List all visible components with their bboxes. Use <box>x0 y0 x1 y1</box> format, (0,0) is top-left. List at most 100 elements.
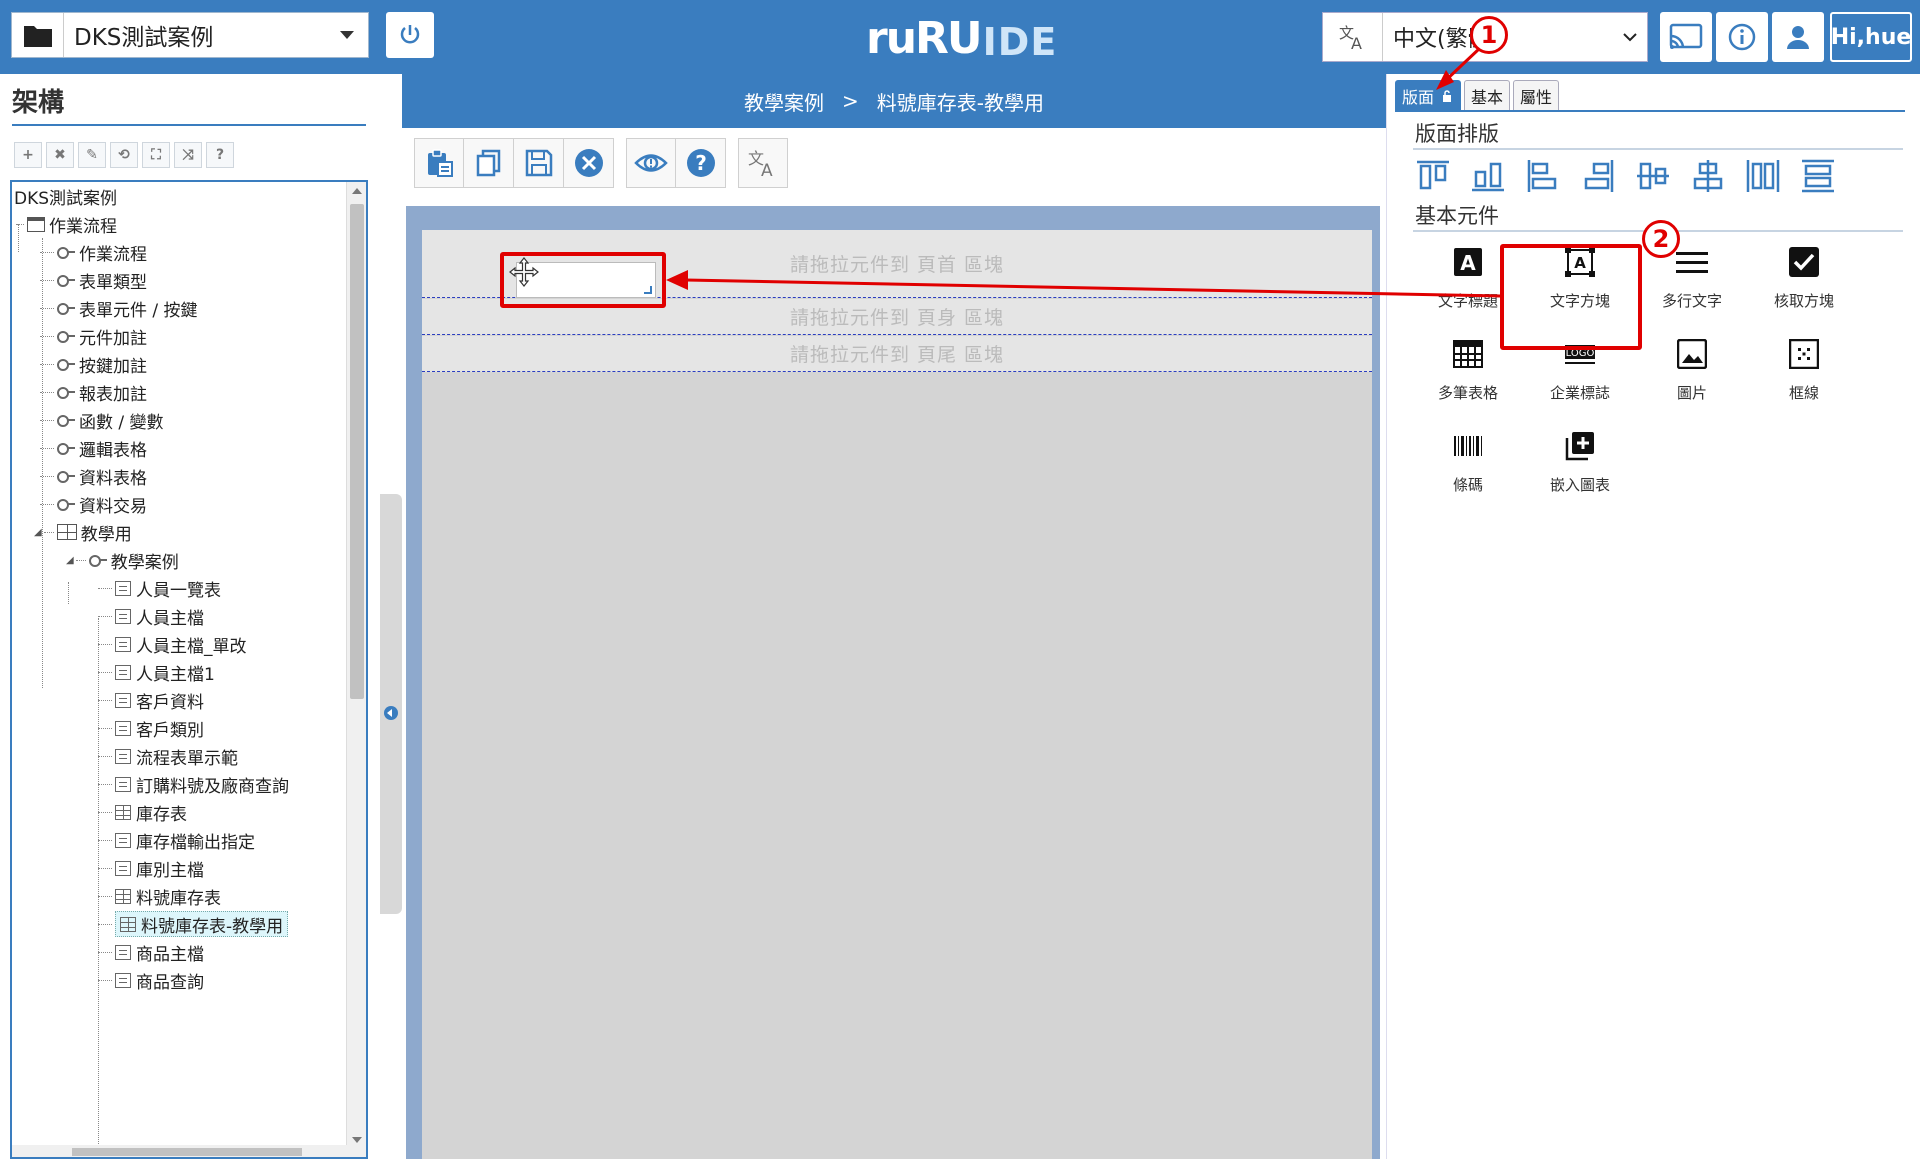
tree-node-category[interactable]: 資料表格 <box>40 462 147 490</box>
scrollbar-thumb[interactable] <box>350 204 364 699</box>
edit-icon[interactable]: ✎ <box>78 142 106 168</box>
power-button[interactable] <box>386 12 434 58</box>
tree-node-category[interactable]: 作業流程 <box>40 238 147 266</box>
key-icon <box>57 245 75 259</box>
tab-basic[interactable]: 基本 <box>1464 80 1511 110</box>
tree-item[interactable]: 庫存檔輸出指定 <box>98 826 255 854</box>
save-button[interactable] <box>514 138 564 188</box>
tree-node-workflow-root[interactable]: 作業流程 <box>16 210 117 238</box>
align-left-icon[interactable] <box>1525 158 1561 194</box>
copy-button[interactable] <box>464 138 514 188</box>
component-label: 條碼 <box>1452 476 1483 494</box>
cast-button[interactable] <box>1660 12 1712 62</box>
tab-properties[interactable]: 屬性 <box>1513 80 1560 110</box>
lock-icon <box>1443 89 1452 102</box>
footer-band[interactable]: 請拖拉元件到 頁尾 區塊 <box>422 336 1372 372</box>
info-icon <box>1728 23 1756 51</box>
add-box-icon <box>1564 430 1596 462</box>
tree-item[interactable]: 流程表單示範 <box>98 742 238 770</box>
shuffle-icon[interactable]: ⤨ <box>174 142 202 168</box>
step-marker-1: 1 <box>1470 16 1508 54</box>
component-image[interactable]: 圖片 <box>1637 332 1747 424</box>
tree-item[interactable]: 庫存表 <box>98 798 187 826</box>
tree-horizontal-scrollbar[interactable] <box>12 1145 350 1157</box>
key-icon <box>57 497 75 511</box>
info-button[interactable] <box>1716 12 1768 62</box>
component-barcode[interactable]: 條碼 <box>1413 424 1523 516</box>
logo-primary: ruRU <box>866 13 983 64</box>
paste-button[interactable] <box>414 138 464 188</box>
collapse-left-icon[interactable] <box>384 706 398 720</box>
close-button[interactable] <box>564 138 614 188</box>
tree-item-label: 庫存表 <box>136 804 187 825</box>
form-icon <box>115 860 131 876</box>
tree-item[interactable]: 客戶類別 <box>98 714 204 742</box>
help-button[interactable]: ? <box>676 138 726 188</box>
translate-button[interactable]: 文 A <box>738 138 788 188</box>
component-checkbox[interactable]: 核取方塊 <box>1749 240 1859 332</box>
form-icon <box>115 608 131 624</box>
link-icon[interactable]: ⟲ <box>110 142 138 168</box>
project-select[interactable]: DKS測試案例 <box>11 12 369 58</box>
tree-item[interactable]: 料號庫存表 <box>98 882 221 910</box>
tree-item[interactable]: 人員主檔1 <box>98 658 215 686</box>
align-right-icon[interactable] <box>1580 158 1616 194</box>
tree-node-category[interactable]: 表單類型 <box>40 266 147 294</box>
splitter-grip[interactable] <box>380 494 402 914</box>
drop-highlight-box <box>500 252 666 308</box>
scroll-up-icon[interactable] <box>352 188 362 194</box>
key-icon <box>57 329 75 343</box>
tree-node-teaching[interactable]: ◢ 教學用 <box>34 518 132 546</box>
add-icon[interactable]: + <box>14 142 42 168</box>
user-greeting-button[interactable]: Hi,hue <box>1830 12 1912 62</box>
tree-item[interactable]: 人員一覽表 <box>98 574 221 602</box>
help-icon[interactable]: ? <box>206 142 234 168</box>
report-canvas[interactable]: 請拖拉元件到 頁首 區塊 請拖拉元件到 頁身 區塊 請拖拉元件到 頁尾 區塊 <box>422 230 1372 1159</box>
component-border[interactable]: 框線 <box>1749 332 1859 424</box>
breadcrumb-parent[interactable]: 教學案例 <box>744 87 824 116</box>
align-top-icon[interactable] <box>1415 158 1451 194</box>
tree-item-selected[interactable]: 料號庫存表-教學用 <box>98 910 289 938</box>
tree-item[interactable]: 客戶資料 <box>98 686 204 714</box>
panel-splitter[interactable] <box>380 74 402 1159</box>
tree-node-category[interactable]: 函數 / 變數 <box>40 406 164 434</box>
tree-item[interactable]: 人員主檔 <box>98 602 204 630</box>
expand-icon[interactable]: ⛶ <box>142 142 170 168</box>
step-marker-2: 2 <box>1642 220 1680 258</box>
tree-node-category[interactable]: 按鍵加註 <box>40 350 147 378</box>
user-button[interactable] <box>1772 12 1824 62</box>
tree-root[interactable]: DKS測試案例 <box>14 182 117 210</box>
distribute-vertical-icon[interactable] <box>1800 158 1836 194</box>
key-icon <box>57 385 75 399</box>
tree-item[interactable]: 商品主檔 <box>98 938 204 966</box>
tree-node-category[interactable]: 表單元件 / 按鍵 <box>40 294 198 322</box>
svg-text:A: A <box>761 161 773 179</box>
preview-button[interactable] <box>626 138 676 188</box>
key-icon <box>57 469 75 483</box>
tree-node-category[interactable]: 資料交易 <box>40 490 147 518</box>
component-embed-chart[interactable]: 嵌入圖表 <box>1525 424 1635 516</box>
text-label-icon: A <box>1452 246 1484 278</box>
distribute-horizontal-icon[interactable] <box>1745 158 1781 194</box>
align-middle-icon[interactable] <box>1635 158 1671 194</box>
tab-layout[interactable]: 版面 <box>1395 80 1462 110</box>
tree-node-category[interactable]: 報表加註 <box>40 378 147 406</box>
scrollbar-thumb[interactable] <box>72 1148 302 1156</box>
tree-item[interactable]: 人員主檔_單改 <box>98 630 247 658</box>
tree-item[interactable]: 庫別主檔 <box>98 854 204 882</box>
layout-section-title: 版面排版 <box>1415 122 1499 146</box>
tree-vertical-scrollbar[interactable] <box>346 182 366 1157</box>
window-icon <box>27 216 45 232</box>
breadcrumb-separator: > <box>842 89 859 113</box>
tree-node-category[interactable]: 邏輯表格 <box>40 434 147 462</box>
tree-node-category[interactable]: 元件加註 <box>40 322 147 350</box>
tree-item[interactable]: 商品查詢 <box>98 966 204 994</box>
align-bottom-icon[interactable] <box>1470 158 1506 194</box>
tree-item[interactable]: 訂購料號及廠商查詢 <box>98 770 289 798</box>
align-center-icon[interactable] <box>1690 158 1726 194</box>
structure-tree[interactable]: DKS測試案例 作業流程 作業流程 表單類型 表單元件 / 按鍵 元件加註 按鍵… <box>10 180 368 1159</box>
scroll-down-icon[interactable] <box>352 1137 362 1143</box>
form-icon <box>115 776 131 792</box>
tree-node-teaching-case[interactable]: ◢ 教學案例 <box>66 546 179 574</box>
delete-icon[interactable]: ✖ <box>46 142 74 168</box>
